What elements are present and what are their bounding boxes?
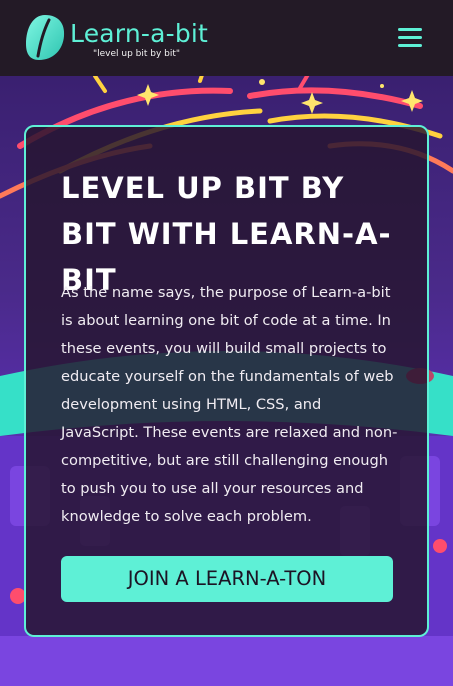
hamburger-menu-button[interactable] <box>396 27 424 49</box>
hamburger-menu-icon-bar <box>398 36 422 39</box>
join-learn-a-ton-button[interactable]: JOIN A LEARN-A-TON <box>61 556 393 602</box>
hamburger-menu-icon-bar <box>398 44 422 47</box>
brand-tagline: "level up bit by bit" <box>93 49 181 59</box>
hero-card: LEVEL UP BIT BY BIT WITH LEARN-A-BIT As … <box>24 125 429 637</box>
hamburger-menu-icon <box>398 28 422 31</box>
brand-name[interactable]: Learn-a-bit <box>70 19 208 49</box>
site-header: Learn-a-bit "level up bit by bit" <box>0 0 453 76</box>
leaf-logo-icon[interactable] <box>25 14 65 61</box>
hero-description: As the name says, the purpose of Learn-a… <box>61 284 398 525</box>
